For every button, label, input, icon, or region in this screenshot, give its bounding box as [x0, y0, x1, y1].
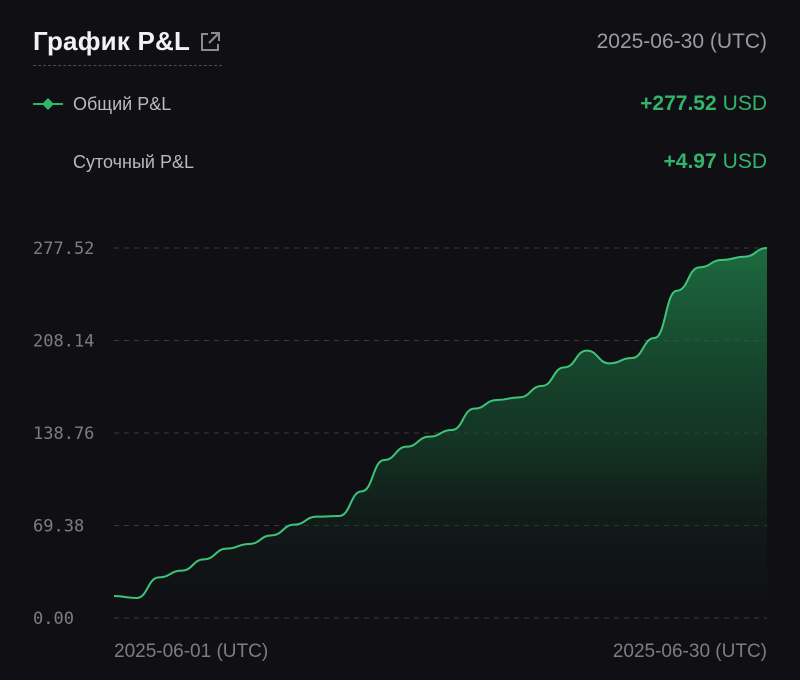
y-axis-ticks: 0.00 69.38 138.76 208.14 277.52 — [33, 239, 94, 629]
title-link[interactable]: График P&L — [33, 26, 223, 66]
y-tick-label: 0.00 — [33, 609, 74, 629]
y-tick-label: 69.38 — [33, 517, 84, 537]
x-tick-label-start: 2025-06-01 (UTC) — [114, 641, 268, 662]
pnl-area-chart[interactable]: 0.00 69.38 138.76 208.14 277.52 2025-06-01 (… — [0, 215, 800, 680]
y-tick-label: 277.52 — [33, 239, 94, 259]
daily-pnl-value-group: +4.97 USD — [664, 150, 767, 174]
total-pnl-value: +277.52 — [640, 92, 717, 115]
total-pnl-unit: USD — [722, 92, 767, 115]
total-pnl-value-group: +277.52 USD — [640, 92, 767, 116]
current-date: 2025-06-30 (UTC) — [596, 30, 767, 53]
x-tick-label-end: 2025-06-30 (UTC) — [613, 641, 767, 662]
diamond-line-marker-icon — [33, 97, 63, 111]
external-link-icon[interactable] — [198, 30, 222, 54]
total-pnl-label: Общий P&L — [73, 93, 172, 114]
total-pnl-row: Общий P&L +277.52 USD — [33, 89, 767, 119]
y-tick-label: 208.14 — [33, 332, 94, 352]
chart-header: График P&L 2025-06-30 (UTC) — [33, 26, 767, 70]
page-title: График P&L — [33, 26, 191, 56]
daily-pnl-row: Суточный P&L +4.97 USD — [33, 147, 767, 177]
daily-pnl-unit: USD — [722, 150, 767, 173]
daily-pnl-value: +4.97 — [663, 150, 717, 173]
daily-pnl-label: Суточный P&L — [73, 151, 194, 172]
y-tick-label: 138.76 — [33, 424, 94, 444]
